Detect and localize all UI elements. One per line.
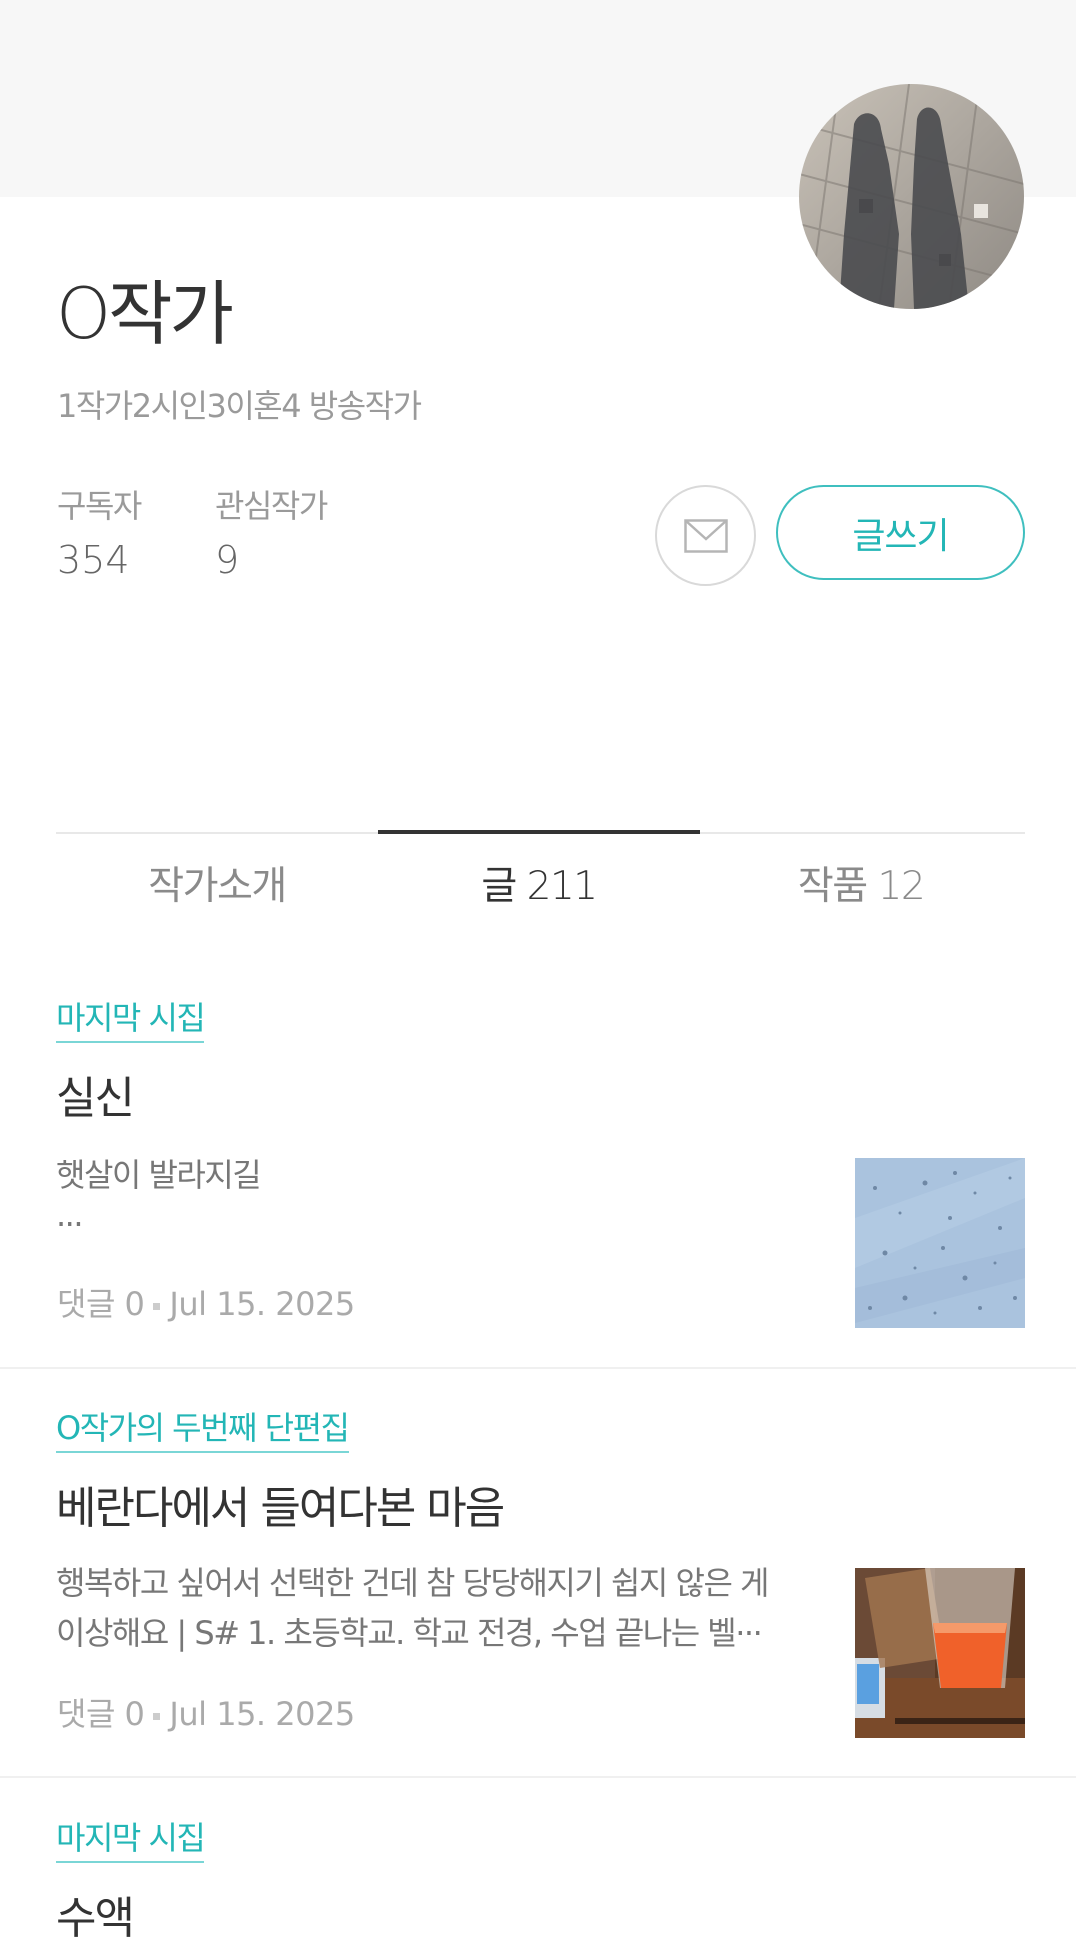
post-excerpt-line: ... [56,1196,84,1234]
post-title[interactable]: 실신 [56,1070,135,1127]
meta-separator [153,1712,161,1720]
tab-posts[interactable]: 글 211 [378,862,700,913]
post-magazine-link[interactable]: 마지막 시집 [56,1818,206,1863]
post-excerpt-line: 행복하고 싶어서 선택한 건데 참 당당해지기 쉽지 않은 게 [56,1564,770,1602]
post-thumbnail[interactable] [855,1158,1025,1328]
avatar-photo [799,84,1024,309]
thumbnail-image [855,1568,1025,1738]
mail-button[interactable] [655,485,756,586]
post-meta: 댓글 0 Jul 15. 2025 [57,1694,355,1736]
author-name: O작가 [56,273,234,355]
post-meta: 댓글 0 Jul 15. 2025 [57,1284,355,1326]
interest-authors-label: 관심작가 [215,487,328,525]
meta-separator [153,1302,161,1310]
interest-authors-count: 9 [215,537,240,582]
post-excerpt-line: 햇살이 발라지길 [56,1156,262,1194]
author-avatar[interactable] [799,84,1024,309]
envelope-icon [683,518,728,553]
post-date: Jul 15. 2025 [169,1285,355,1323]
interest-authors-stat[interactable]: 관심작가 9 [215,486,328,583]
comment-count: 댓글 0 [57,1695,145,1733]
active-tab-indicator [378,830,700,834]
tab-works[interactable]: 작품 12 [700,862,1022,913]
thumbnail-image [855,1158,1025,1328]
post-date: Jul 15. 2025 [169,1695,355,1733]
write-button[interactable]: 글쓰기 [776,485,1025,580]
post-divider [0,1776,1076,1778]
post-magazine-link[interactable]: 마지막 시집 [56,998,206,1043]
post-title[interactable]: 수액 [56,1890,135,1947]
post-magazine-link[interactable]: O작가의 두번째 단편집 [56,1408,350,1453]
post-excerpt: 행복하고 싶어서 선택한 건데 참 당당해지기 쉽지 않은 게 이상해요 | S… [56,1558,796,1658]
tab-author-intro[interactable]: 작가소개 [56,862,378,913]
comment-count: 댓글 0 [57,1285,145,1323]
subscribers-stat[interactable]: 구독자 354 [57,486,142,583]
post-title[interactable]: 베란다에서 들여다본 마음 [56,1480,505,1537]
subscribers-count: 354 [57,537,130,582]
subscribers-label: 구독자 [57,487,142,525]
author-profile-page: O작가 1작가2시인3이혼4 방송작가 구독자 354 관심작가 9 글쓰기 작… [0,0,1076,1956]
author-description: 1작가2시인3이혼4 방송작가 [57,387,422,425]
post-divider [0,1367,1076,1369]
post-excerpt-line: 이상해요 | S# 1. 초등학교. 학교 전경, 수업 끝나는 벨··· [56,1614,763,1652]
post-thumbnail[interactable] [855,1568,1025,1738]
post-excerpt: 햇살이 발라지길 ... [56,1150,796,1234]
